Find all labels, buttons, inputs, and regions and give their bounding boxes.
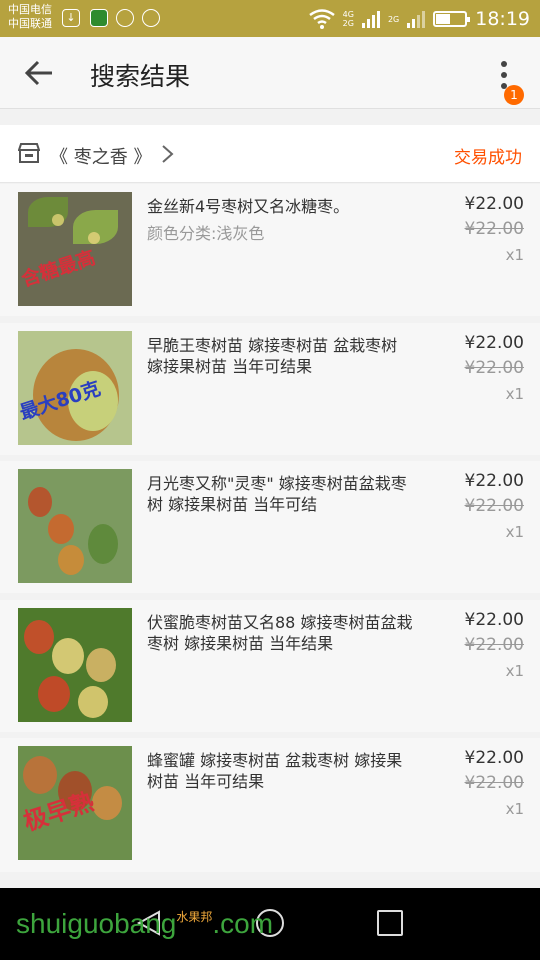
- product-image[interactable]: [18, 608, 132, 722]
- product-image[interactable]: [18, 469, 132, 583]
- app-bar: 搜索结果 1: [0, 37, 540, 109]
- image-caption: 含糖最高: [18, 246, 99, 292]
- product-name[interactable]: 伏蜜脆枣树苗又名88 嫁接枣树苗盆栽枣树 嫁接果树苗 当年结果: [147, 612, 417, 654]
- original-price: ¥22.00: [464, 773, 524, 793]
- price: ¥22.00: [464, 471, 524, 491]
- network-label-1: 4G: [342, 10, 354, 19]
- product-name[interactable]: 蜂蜜罐 嫁接枣树苗 盆栽枣树 嫁接果树苗 当年可结果: [147, 750, 417, 792]
- price: ¥22.00: [464, 333, 524, 353]
- list-item[interactable]: 含糖最高 金丝新4号枣树又名冰糖枣。 颜色分类:浅灰色 ¥22.00 ¥22.0…: [0, 184, 540, 316]
- original-price: ¥22.00: [464, 635, 524, 655]
- battery-icon: [433, 11, 471, 27]
- original-price: ¥22.00: [464, 219, 524, 239]
- system-nav-bar: shuiguobang水果邦.com: [0, 888, 540, 960]
- nav-recent-apps-icon[interactable]: [377, 910, 403, 936]
- network-type: 4G 2G: [343, 10, 354, 28]
- network-label-2: 2G: [342, 19, 354, 28]
- back-arrow-icon[interactable]: [22, 57, 62, 89]
- notification-icon: [142, 9, 160, 27]
- product-name[interactable]: 早脆王枣树苗 嫁接枣树苗 盆栽枣树 嫁接果树苗 当年可结果: [147, 335, 417, 377]
- wifi-icon: [308, 9, 335, 29]
- quantity: x1: [505, 385, 524, 403]
- product-image[interactable]: 极早熟: [18, 746, 132, 860]
- list-item[interactable]: 月光枣又称"灵枣" 嫁接枣树苗盆栽枣树 嫁接果树苗 当年可结 ¥22.00 ¥2…: [0, 461, 540, 593]
- watermark: shuiguobang水果邦.com: [16, 908, 273, 940]
- price: ¥22.00: [464, 748, 524, 768]
- original-price: ¥22.00: [464, 358, 524, 378]
- product-image[interactable]: 最大80克: [18, 331, 132, 445]
- product-sku: 颜色分类:浅灰色: [147, 224, 265, 243]
- list-item[interactable]: 伏蜜脆枣树苗又名88 嫁接枣树苗盆栽枣树 嫁接果树苗 当年结果 ¥22.00 ¥…: [0, 600, 540, 732]
- watermark-cn: 水果邦: [176, 910, 213, 924]
- price: ¥22.00: [464, 194, 524, 214]
- product-name[interactable]: 月光枣又称"灵枣" 嫁接枣树苗盆栽枣树 嫁接果树苗 当年可结: [147, 473, 417, 515]
- watermark-text: shuiguobang: [16, 908, 177, 939]
- download-icon: ↓: [62, 9, 80, 27]
- status-icons: 4G 2G 2G 18:19: [308, 6, 530, 32]
- clock: 18:19: [475, 8, 530, 30]
- quantity: x1: [505, 662, 524, 680]
- carrier-2: 中国联通: [8, 17, 52, 30]
- carrier-1: 中国电信: [8, 3, 52, 16]
- product-image[interactable]: 含糖最高: [18, 192, 132, 306]
- product-name[interactable]: 金丝新4号枣树又名冰糖枣。: [147, 196, 417, 217]
- notification-badge: 1: [504, 85, 524, 105]
- carrier-info: 中国电信 中国联通: [8, 3, 52, 31]
- quantity: x1: [505, 246, 524, 264]
- notification-icon: [116, 9, 134, 27]
- quantity: x1: [505, 800, 524, 818]
- shop-name[interactable]: 《 枣之香 》: [50, 143, 151, 169]
- quantity: x1: [505, 523, 524, 541]
- list-item[interactable]: 极早熟 蜂蜜罐 嫁接枣树苗 盆栽枣树 嫁接果树苗 当年可结果 ¥22.00 ¥2…: [0, 738, 540, 872]
- list-item[interactable]: 最大80克 早脆王枣树苗 嫁接枣树苗 盆栽枣树 嫁接果树苗 当年可结果 ¥22.…: [0, 323, 540, 455]
- signal-icon: [361, 10, 380, 28]
- original-price: ¥22.00: [464, 496, 524, 516]
- chevron-right-icon: [162, 145, 174, 163]
- status-bar: 中国电信 中国联通 ↓ 4G 2G 2G 18:19: [0, 0, 540, 37]
- shop-header[interactable]: 《 枣之香 》 交易成功: [0, 125, 540, 183]
- page-title: 搜索结果: [90, 62, 191, 91]
- watermark-suffix: .com: [212, 908, 274, 939]
- store-icon: [18, 143, 40, 163]
- signal-icon-2: [407, 10, 426, 28]
- network-type-2: 2G: [387, 14, 400, 24]
- battery-level: [436, 14, 450, 24]
- order-status: 交易成功: [454, 148, 522, 168]
- app-icon: [90, 9, 108, 27]
- price: ¥22.00: [464, 610, 524, 630]
